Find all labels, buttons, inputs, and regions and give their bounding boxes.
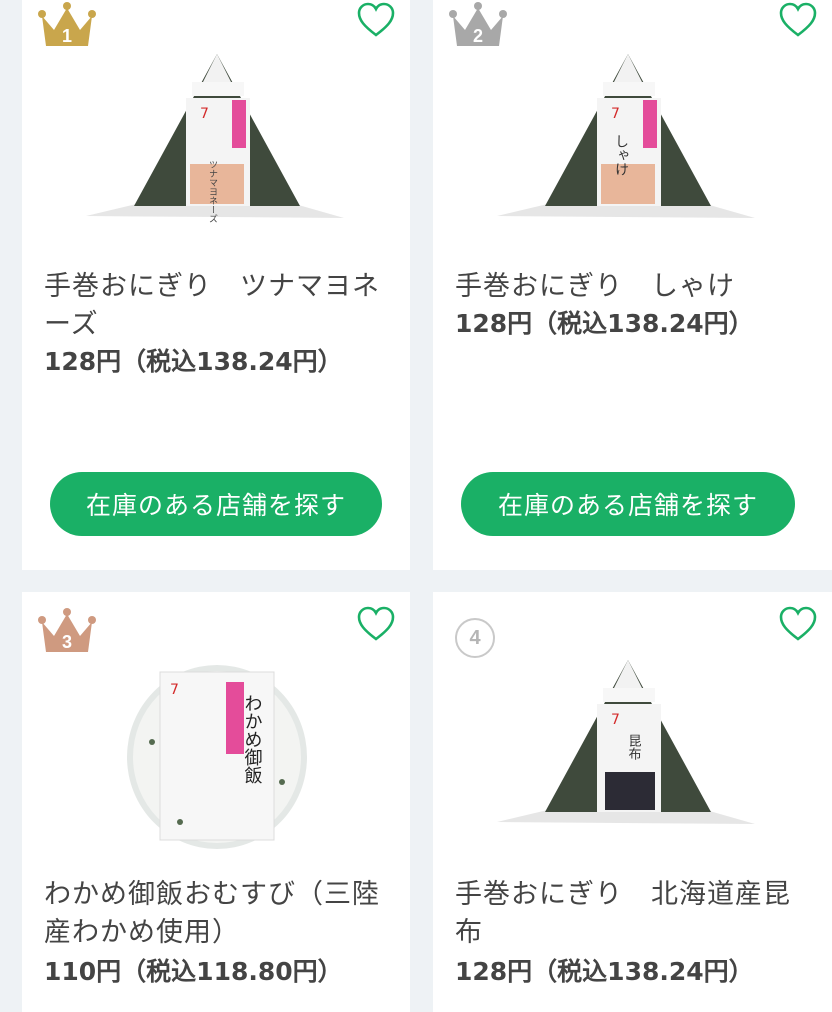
crown-icon: 2 xyxy=(449,2,507,46)
product-name[interactable]: 手巻おにぎり ツナマヨネーズ xyxy=(44,268,390,344)
product-card-1[interactable]: 1 7 ツナマヨネーズ 手巻おにぎり ツナマヨネーズ 128円（税込138.24… xyxy=(22,0,410,570)
rank-number: 1 xyxy=(62,26,72,46)
heart-outline-icon[interactable] xyxy=(356,606,396,642)
product-price: 128円（税込138.24円） xyxy=(455,957,754,986)
rank-badge: 4 xyxy=(455,618,495,658)
product-price: 128円（税込138.24円） xyxy=(455,309,754,338)
onigiri-triangle-image: 7 しゃけ xyxy=(497,54,755,218)
heart-outline-icon[interactable] xyxy=(778,2,818,38)
product-card-2[interactable]: 2 7 しゃけ 手巻おにぎり しゃけ 128円（税込138.24円） 在庫のある… xyxy=(433,0,832,570)
onigiri-triangle-image: 7 昆布 xyxy=(497,660,755,824)
heart-outline-icon[interactable] xyxy=(778,606,818,642)
heart-outline-icon[interactable] xyxy=(356,2,396,38)
find-store-button[interactable]: 在庫のある店舗を探す xyxy=(461,472,795,536)
onigiri-triangle-image: 7 ツナマヨネーズ xyxy=(86,54,344,223)
rank-number: 3 xyxy=(62,632,72,652)
rice-ball-round-image: 7 わかめ御飯 xyxy=(127,665,307,849)
svg-text:しゃけ: しゃけ xyxy=(613,134,629,176)
product-card-4[interactable]: 4 7 昆布 手巻おにぎり 北海道産昆布 128円（税込138.24円） xyxy=(433,592,832,1012)
product-name[interactable]: 手巻おにぎり しゃけ xyxy=(455,268,812,306)
product-price: 110円（税込118.80円） xyxy=(44,957,343,986)
find-store-button[interactable]: 在庫のある店舗を探す xyxy=(50,472,382,536)
crown-icon: 3 xyxy=(38,608,96,652)
svg-text:わかめ御飯: わかめ御飯 xyxy=(242,694,263,784)
product-name[interactable]: わかめ御飯おむすび（三陸産わかめ使用） xyxy=(44,876,390,952)
product-price: 128円（税込138.24円） xyxy=(44,347,343,376)
svg-text:7: 7 xyxy=(611,712,620,728)
svg-text:ツナマヨネーズ: ツナマヨネーズ xyxy=(207,160,218,223)
crown-icon: 1 xyxy=(38,2,96,46)
svg-text:7: 7 xyxy=(611,106,620,122)
svg-text:7: 7 xyxy=(200,106,209,122)
product-card-3[interactable]: 3 7 わかめ御飯 わかめ御飯おむすび（三陸産わかめ使用） 110円（税込118… xyxy=(22,592,410,1012)
product-name[interactable]: 手巻おにぎり 北海道産昆布 xyxy=(455,876,812,952)
svg-text:7: 7 xyxy=(170,682,179,698)
rank-number: 2 xyxy=(473,26,483,46)
svg-text:昆布: 昆布 xyxy=(626,734,642,761)
